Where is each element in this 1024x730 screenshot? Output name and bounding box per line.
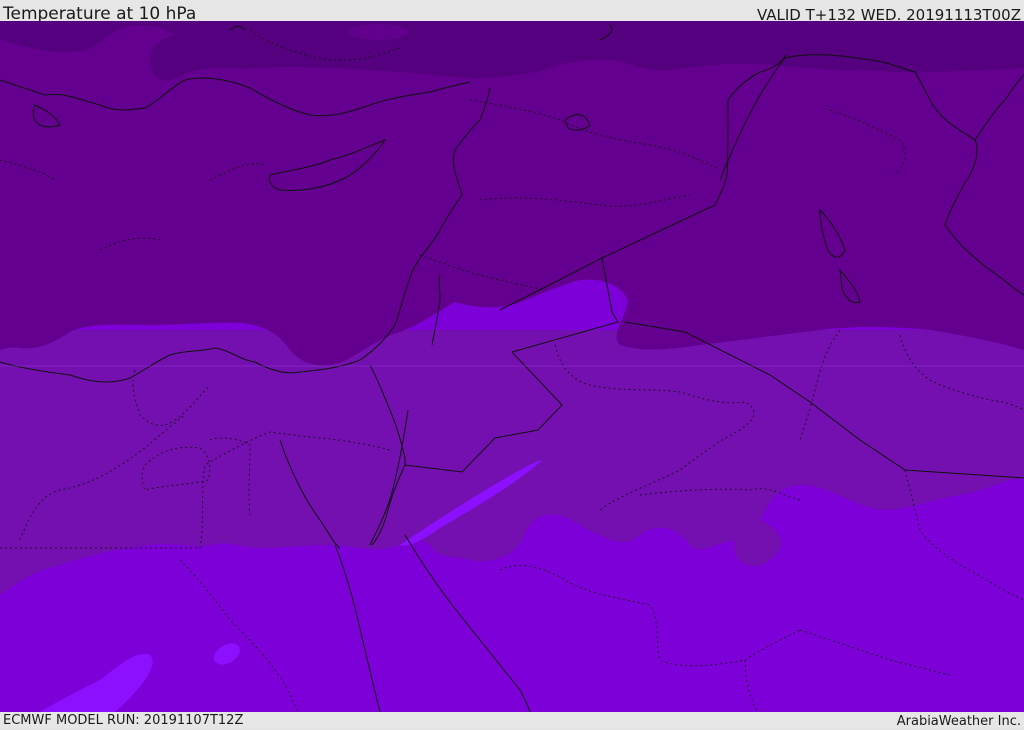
footer-bar: ECMWF MODEL RUN: 20191107T12Z ArabiaWeat… (0, 712, 1024, 729)
temperature-spot-darkest (348, 24, 408, 40)
weather-map[interactable] (0, 21, 1024, 712)
credit-label: ArabiaWeather Inc. (896, 714, 1021, 729)
map-canvas (0, 21, 1024, 712)
header-bar: Temperature at 10 hPa VALID T+132 WED. 2… (0, 0, 1024, 24)
model-run-label: ECMWF MODEL RUN: 20191107T12Z (3, 713, 244, 728)
